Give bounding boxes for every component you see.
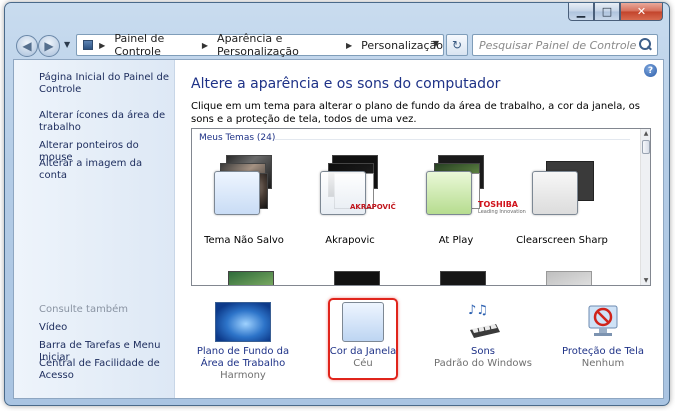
theme-list-scrollbar[interactable]: ▲ ▼ <box>640 129 650 285</box>
screensaver-setting[interactable]: Proteção de Tela Nenhum <box>548 296 658 396</box>
close-button[interactable]: ✕ <box>620 3 663 21</box>
search-icon[interactable] <box>637 37 653 53</box>
sidebar-link-control-panel-home[interactable]: Página Inicial do Painel de Controle <box>39 72 169 96</box>
help-icon[interactable]: ? <box>644 64 657 77</box>
sounds-icon: ♪♫ <box>466 302 502 342</box>
maximize-button[interactable]: □ <box>594 3 620 21</box>
theme-wallpaper-thumb <box>228 271 274 285</box>
akrapovic-logo: AKRAPOVIČ <box>350 203 396 211</box>
theme-wallpaper-thumb <box>440 271 486 285</box>
address-bar[interactable]: ▶ Painel de Controle ▶ Aparência e Perso… <box>76 32 444 58</box>
breadcrumb-separator-icon[interactable]: ▶ <box>202 41 208 50</box>
theme-name: At Play <box>438 235 474 246</box>
screensaver-icon <box>585 302 621 342</box>
theme-name: Akrapovic <box>325 235 375 246</box>
theme-color-swatch <box>532 171 578 215</box>
theme-preview <box>532 265 592 285</box>
breadcrumb-control-panel[interactable]: Painel de Controle <box>114 32 196 58</box>
setting-title[interactable]: Proteção de Tela <box>548 346 658 358</box>
sidebar: Página Inicial do Painel de Controle Alt… <box>14 60 175 398</box>
forward-button[interactable]: ▶ <box>38 35 60 57</box>
breadcrumb-separator-icon[interactable]: ▶ <box>346 41 352 50</box>
desktop-background-icon <box>215 302 271 342</box>
sidebar-link-account-picture[interactable]: Alterar a imagem da conta <box>39 158 169 182</box>
theme-item[interactable] <box>406 253 506 285</box>
theme-color-swatch <box>426 171 472 215</box>
refresh-icon: ↻ <box>451 38 463 52</box>
theme-wallpaper-thumb <box>334 271 380 285</box>
minimize-button[interactable]: ▁ <box>568 3 594 21</box>
theme-list[interactable]: Meus Temas (24) Tema Não Salvo AKRAPOVIČ… <box>191 128 651 286</box>
address-dropdown-icon[interactable]: ▼ <box>433 39 439 48</box>
theme-preview <box>426 265 486 285</box>
theme-preview <box>320 265 380 285</box>
theme-item[interactable] <box>300 253 400 285</box>
setting-title[interactable]: Sons <box>428 346 538 358</box>
caption-buttons: ▁ □ ✕ <box>568 3 663 21</box>
theme-color-swatch <box>214 171 260 215</box>
page-description: Clique em um tema para alterar o plano d… <box>191 101 641 125</box>
breadcrumb-appearance[interactable]: Aparência e Personalização <box>217 32 340 58</box>
client-area: Página Inicial do Painel de Controle Alt… <box>13 59 664 399</box>
see-also-heading: Consulte também <box>39 304 129 315</box>
theme-item-unsaved[interactable]: Tema Não Salvo <box>194 143 294 253</box>
theme-item-clearscreen-sharp[interactable]: Clearscreen Sharp <box>512 143 612 253</box>
search-input[interactable]: Pesquisar Painel de Controle <box>479 39 637 52</box>
theme-preview <box>214 265 274 285</box>
theme-item-at-play[interactable]: TOSHIBA Leading Innovation At Play <box>406 143 526 253</box>
theme-item-akrapovic[interactable]: AKRAPOVIČ Akrapovic <box>300 143 400 253</box>
scroll-up-icon[interactable]: ▲ <box>641 129 650 138</box>
setting-title[interactable]: Plano de Fundo da Área de Trabalho <box>188 346 298 370</box>
see-also-link-ease-of-access[interactable]: Central de Facilidade de Acesso <box>39 358 169 382</box>
svg-text:♪♫: ♪♫ <box>468 303 488 318</box>
window-color-highlight <box>328 298 398 380</box>
forward-arrow-icon: ▶ <box>44 39 54 53</box>
desktop-background-setting[interactable]: Plano de Fundo da Área de Trabalho Harmo… <box>188 296 298 396</box>
navigation-bar: ◀ ▶ ▼ ▶ Painel de Controle ▶ Aparência e… <box>14 32 662 58</box>
group-label: Meus Temas (24) <box>199 133 276 143</box>
sounds-setting[interactable]: ♪♫ Sons Padrão do Windows <box>428 296 538 396</box>
setting-value: Nenhum <box>581 358 625 369</box>
theme-preview: TOSHIBA Leading Innovation <box>426 155 526 215</box>
theme-preview: AKRAPOVIČ <box>320 155 396 215</box>
theme-preview <box>532 155 594 215</box>
sidebar-link-desktop-icons[interactable]: Alterar ícones da área de trabalho <box>39 110 169 134</box>
theme-item[interactable] <box>512 253 612 285</box>
scroll-thumb[interactable] <box>642 140 650 154</box>
refresh-button[interactable]: ↻ <box>446 34 468 56</box>
main-content: ? Altere a aparência e os sons do comput… <box>176 60 663 398</box>
theme-name: Tema Não Salvo <box>204 235 284 246</box>
setting-value: Padrão do Windows <box>434 358 532 369</box>
breadcrumb-separator-icon[interactable]: ▶ <box>99 41 105 50</box>
theme-name: Clearscreen Sharp <box>516 235 608 246</box>
back-button[interactable]: ◀ <box>16 35 38 57</box>
theme-preview <box>214 155 272 215</box>
breadcrumb-personalization[interactable]: Personalização <box>361 39 443 52</box>
theme-item[interactable] <box>194 253 294 285</box>
recent-pages-dropdown[interactable]: ▼ <box>64 40 70 49</box>
page-title: Altere a aparência e os sons do computad… <box>191 76 501 92</box>
setting-value: Harmony <box>220 370 266 381</box>
search-box[interactable]: Pesquisar Painel de Controle <box>472 34 658 56</box>
control-panel-icon <box>83 40 94 50</box>
theme-wallpaper-thumb <box>546 271 592 285</box>
scroll-down-icon[interactable]: ▼ <box>641 276 650 285</box>
back-arrow-icon: ◀ <box>22 39 32 53</box>
group-divider <box>275 139 630 140</box>
see-also-link-video[interactable]: Vídeo <box>39 322 169 334</box>
